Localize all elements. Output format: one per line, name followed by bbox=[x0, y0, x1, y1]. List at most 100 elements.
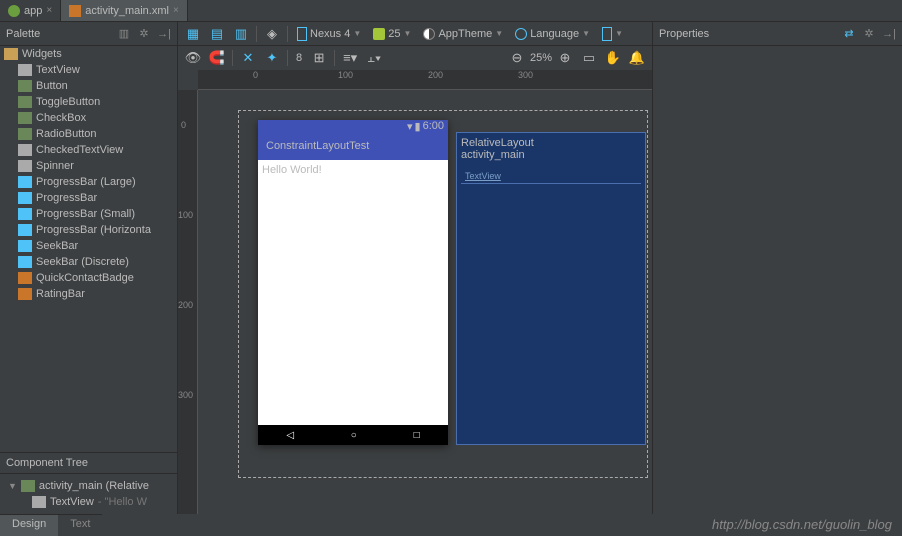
widget-icon bbox=[18, 80, 32, 92]
chevron-down-icon: ▼ bbox=[615, 29, 623, 38]
device-preview[interactable]: ▾ ▮ 6:00 ConstraintLayoutTest Hello Worl… bbox=[258, 120, 448, 445]
widget-icon bbox=[18, 176, 32, 188]
blueprint-textview[interactable]: TextView bbox=[461, 169, 641, 184]
zoom-out-icon[interactable]: ⊖ bbox=[506, 48, 528, 68]
collapse-icon[interactable]: →| bbox=[882, 27, 896, 41]
palette-item[interactable]: ProgressBar bbox=[0, 190, 177, 206]
xml-icon bbox=[69, 5, 81, 17]
tab-app[interactable]: app × bbox=[0, 0, 61, 21]
align-icon[interactable]: ≡▾ bbox=[339, 48, 361, 68]
widget-icon bbox=[18, 96, 32, 108]
palette-label: ProgressBar (Horizonta bbox=[36, 224, 151, 236]
widget-icon bbox=[18, 272, 32, 284]
palette-label: ToggleButton bbox=[36, 96, 100, 108]
tab-design[interactable]: Design bbox=[0, 515, 58, 536]
clear-constraints-icon[interactable]: ✕ bbox=[237, 48, 259, 68]
variant-selector[interactable]: ▼ bbox=[597, 24, 628, 44]
design-canvas[interactable]: 0 100 200 300 0 100 200 300 ▾ ▮ 6:00 bbox=[178, 70, 652, 514]
infer-constraints-icon[interactable]: ✦ bbox=[261, 48, 283, 68]
widget-icon bbox=[18, 112, 32, 124]
ruler-tick: 100 bbox=[338, 70, 353, 80]
palette-item[interactable]: CheckBox bbox=[0, 110, 177, 126]
close-icon[interactable]: × bbox=[46, 5, 52, 16]
pack-icon[interactable]: ⫠▾ bbox=[363, 48, 385, 68]
phone-icon bbox=[602, 27, 612, 41]
theme-selector[interactable]: AppTheme ▼ bbox=[418, 24, 508, 44]
config-toolbar: ▦ ▤ ▥ ◈ Nexus 4 ▼ 25 ▼ AppTheme ▼ bbox=[178, 22, 652, 46]
palette-item[interactable]: QuickContactBadge bbox=[0, 270, 177, 286]
close-icon[interactable]: × bbox=[173, 5, 179, 16]
tree-root[interactable]: ▼ activity_main (Relative bbox=[4, 478, 173, 494]
left-panel: Palette ▥ ✲ →| Widgets TextViewButtonTog… bbox=[0, 22, 178, 514]
warnings-icon[interactable]: 🔔 bbox=[626, 48, 648, 68]
tree-label: TextView bbox=[50, 496, 94, 508]
device-selector[interactable]: Nexus 4 ▼ bbox=[292, 24, 366, 44]
both-icon[interactable]: ▥ bbox=[230, 24, 252, 44]
ruler-tick: 200 bbox=[178, 300, 193, 310]
tab-text[interactable]: Text bbox=[58, 515, 102, 536]
palette-item[interactable]: SeekBar bbox=[0, 238, 177, 254]
properties-title: Properties bbox=[659, 28, 709, 40]
blueprint-icon[interactable]: ▤ bbox=[206, 24, 228, 44]
palette-item[interactable]: RatingBar bbox=[0, 286, 177, 302]
group-label: Widgets bbox=[22, 48, 62, 60]
bp-root-type: RelativeLayout bbox=[461, 137, 641, 149]
widget-icon bbox=[18, 192, 32, 204]
ruler-tick: 100 bbox=[178, 210, 193, 220]
eye-icon[interactable]: 👁 bbox=[182, 48, 204, 68]
theme-label: AppTheme bbox=[438, 28, 492, 40]
collapse-icon[interactable]: →| bbox=[157, 27, 171, 41]
orientation-icon[interactable]: ◈ bbox=[261, 24, 283, 44]
blueprint-view[interactable]: RelativeLayout activity_main TextView bbox=[456, 132, 646, 445]
gear-icon[interactable]: ✲ bbox=[862, 27, 876, 41]
view-mode-icon[interactable]: ▥ bbox=[117, 27, 131, 41]
palette-item[interactable]: Button bbox=[0, 78, 177, 94]
properties-panel: Properties ⇄ ✲ →| bbox=[652, 22, 902, 514]
zoom-level: 25% bbox=[530, 52, 552, 64]
tree-child[interactable]: TextView - "Hello W bbox=[4, 494, 173, 510]
expand-icon[interactable]: ▼ bbox=[8, 481, 17, 491]
palette-item[interactable]: ProgressBar (Horizonta bbox=[0, 222, 177, 238]
palette-label: SeekBar (Discrete) bbox=[36, 256, 129, 268]
widget-icon bbox=[18, 128, 32, 140]
widget-icon bbox=[18, 144, 32, 156]
palette-item[interactable]: Spinner bbox=[0, 158, 177, 174]
ruler-horizontal: 0 100 200 300 bbox=[198, 70, 652, 90]
margins-icon[interactable]: ⊞ bbox=[308, 48, 330, 68]
palette-item[interactable]: ProgressBar (Small) bbox=[0, 206, 177, 222]
palette-item[interactable]: ProgressBar (Large) bbox=[0, 174, 177, 190]
properties-header: Properties ⇄ ✲ →| bbox=[653, 22, 902, 46]
gear-icon[interactable]: ✲ bbox=[137, 27, 151, 41]
tab-activity-main[interactable]: activity_main.xml × bbox=[61, 0, 188, 21]
language-selector[interactable]: Language ▼ bbox=[510, 24, 595, 44]
widget-icon bbox=[18, 160, 32, 172]
palette-label: Spinner bbox=[36, 160, 74, 172]
zoom-in-icon[interactable]: ⊕ bbox=[554, 48, 576, 68]
palette-item[interactable]: RadioButton bbox=[0, 126, 177, 142]
palette-item[interactable]: SeekBar (Discrete) bbox=[0, 254, 177, 270]
design-toolbar: 👁 🧲 ✕ ✦ 8 ⊞ ≡▾ ⫠▾ ⊖ 25% ⊕ ▭ ✋ 🔔 bbox=[178, 46, 652, 70]
palette-group[interactable]: Widgets bbox=[0, 46, 177, 62]
palette-label: SeekBar bbox=[36, 240, 78, 252]
android-icon bbox=[373, 28, 385, 40]
zoom-fit-icon[interactable]: ▭ bbox=[578, 48, 600, 68]
palette-label: ProgressBar (Large) bbox=[36, 176, 136, 188]
palette-item[interactable]: ToggleButton bbox=[0, 94, 177, 110]
pan-icon[interactable]: ✋ bbox=[602, 48, 624, 68]
tab-label: app bbox=[24, 5, 42, 17]
widget-icon bbox=[18, 256, 32, 268]
widget-icon bbox=[18, 208, 32, 220]
palette-item[interactable]: CheckedTextView bbox=[0, 142, 177, 158]
palette-label: TextView bbox=[36, 64, 80, 76]
magnet-icon[interactable]: 🧲 bbox=[206, 48, 228, 68]
center-panel: ▦ ▤ ▥ ◈ Nexus 4 ▼ 25 ▼ AppTheme ▼ bbox=[178, 22, 652, 514]
device-status-bar: ▾ ▮ 6:00 bbox=[258, 120, 448, 132]
palette-label: RadioButton bbox=[36, 128, 97, 140]
swap-icon[interactable]: ⇄ bbox=[842, 27, 856, 41]
phone-icon bbox=[297, 27, 307, 41]
api-selector[interactable]: 25 ▼ bbox=[368, 24, 416, 44]
palette-item[interactable]: TextView bbox=[0, 62, 177, 78]
device-body[interactable]: Hello World! bbox=[258, 160, 448, 425]
ruler-tick: 0 bbox=[181, 120, 186, 130]
grid-icon[interactable]: ▦ bbox=[182, 24, 204, 44]
